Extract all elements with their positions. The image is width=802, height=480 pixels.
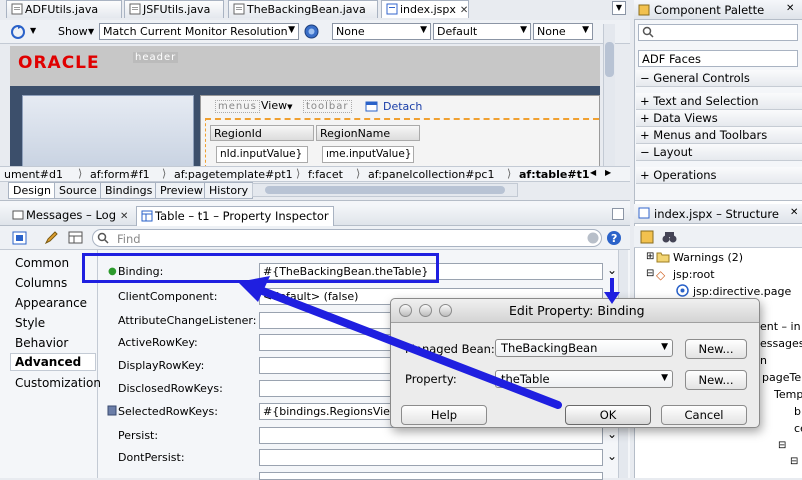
annotation-arrows <box>238 276 620 409</box>
arrowhead-icon <box>604 292 620 304</box>
annotation-arrow-to-binding <box>256 286 562 409</box>
